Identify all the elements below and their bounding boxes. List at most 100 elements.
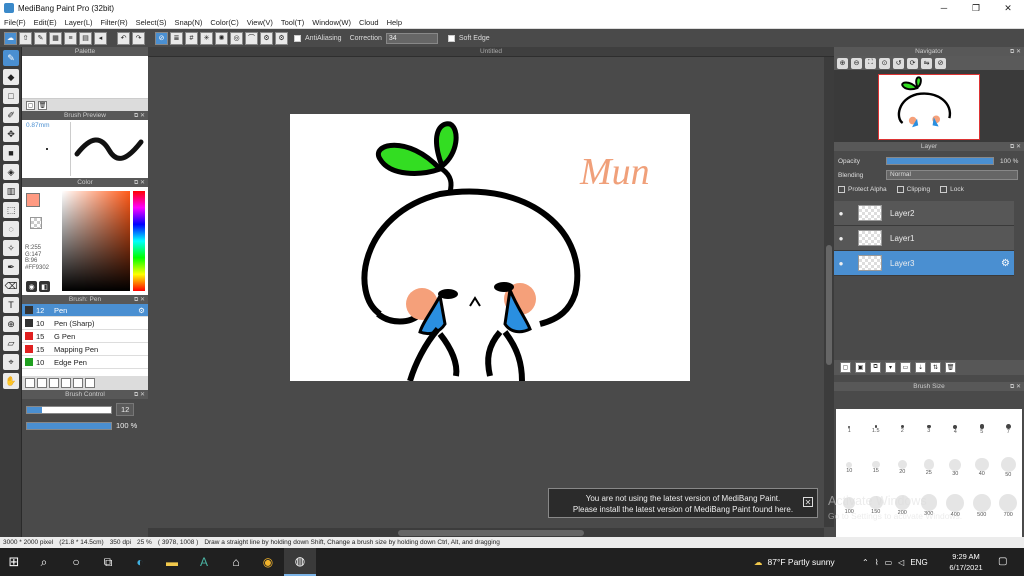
reset-rotation-icon[interactable]: ⊘ xyxy=(935,57,946,69)
task-view-icon[interactable]: ⧉ xyxy=(92,548,124,576)
lock-checkbox[interactable]: Lock xyxy=(940,185,964,193)
brush-settings-icon[interactable]: ⚙ xyxy=(138,306,145,315)
brush-opacity-slider[interactable] xyxy=(26,421,112,430)
brush-size-option[interactable]: 1.5 xyxy=(863,409,890,447)
palette-delete-icon[interactable]: 🗑 xyxy=(38,100,47,110)
drawing-canvas[interactable]: Mun xyxy=(290,114,690,381)
brush-size-option[interactable]: 10 xyxy=(836,447,863,485)
palette-add-icon[interactable]: ▢ xyxy=(26,100,35,110)
curve-snap-icon[interactable]: ⌒ xyxy=(245,31,258,45)
notice-close-button[interactable]: ✕ xyxy=(803,497,813,507)
blending-select[interactable]: Normal xyxy=(886,170,1018,180)
focus-snap-icon[interactable]: ✳ xyxy=(200,31,213,45)
chrome-icon[interactable]: ◉ xyxy=(252,548,284,576)
brush-size-option[interactable]: 3 xyxy=(916,409,943,447)
menu-window[interactable]: Window(W) xyxy=(312,18,351,27)
hand-tool-icon[interactable]: ✋ xyxy=(3,373,19,389)
snap-off-icon[interactable]: ⊘ xyxy=(155,31,168,45)
language-indicator[interactable]: ENG xyxy=(910,558,927,567)
protect-alpha-checkbox[interactable]: Protect Alpha xyxy=(838,185,887,193)
edge-icon[interactable]: ◐ xyxy=(124,548,156,576)
menu-tool[interactable]: Tool(T) xyxy=(281,18,304,27)
menu-snap[interactable]: Snap(N) xyxy=(174,18,202,27)
soft-edge-checkbox[interactable] xyxy=(447,34,455,42)
brush-item[interactable]: 10 Pen (Sharp) xyxy=(22,317,148,330)
layer-item[interactable]: ● Layer2 xyxy=(834,201,1014,226)
brush-new-icon[interactable] xyxy=(37,378,47,388)
secondary-color-swatch[interactable] xyxy=(30,217,42,229)
layer-item[interactable]: ● Layer3 ⚙ xyxy=(834,251,1014,276)
brush-add-icon[interactable] xyxy=(25,378,35,388)
layer-visibility-icon[interactable]: ● xyxy=(834,209,848,218)
layer-visibility-icon[interactable]: ● xyxy=(834,259,848,268)
pen-tool-icon[interactable]: ✐ xyxy=(3,107,19,123)
brush-layout-icon[interactable] xyxy=(85,378,95,388)
list-icon[interactable]: ≡ xyxy=(64,31,77,45)
battery-icon[interactable]: ▭ xyxy=(885,558,893,567)
layer-item[interactable]: ● Layer1 xyxy=(834,226,1014,251)
layer-settings-icon[interactable]: ⚙ xyxy=(1001,258,1010,269)
delete-layer-icon[interactable]: 🗑 xyxy=(945,362,956,373)
menu-edit[interactable]: Edit(E) xyxy=(34,18,57,27)
medibang-taskbar-icon[interactable]: ◍ xyxy=(284,548,316,576)
move-tool-icon[interactable]: ✥ xyxy=(3,126,19,142)
share-icon[interactable]: ⇧ xyxy=(19,31,32,45)
navigator-view[interactable] xyxy=(834,70,1024,142)
panel-tool-icon[interactable]: ▱ xyxy=(3,335,19,351)
clipping-checkbox[interactable]: Clipping xyxy=(896,185,930,193)
weather-widget[interactable]: ☁ 87°F Partly sunny xyxy=(754,548,835,576)
select-pen-icon[interactable]: ✒ xyxy=(3,259,19,275)
file-explorer-icon[interactable]: ▬ xyxy=(156,548,188,576)
circle-snap-icon[interactable]: ◎ xyxy=(230,31,243,45)
vertical-scrollbar[interactable] xyxy=(824,57,834,527)
grid-snap-icon[interactable]: # xyxy=(185,31,198,45)
cortana-icon[interactable]: ○ xyxy=(60,548,92,576)
brush-size-option[interactable]: 15 xyxy=(863,447,890,485)
brush-size-option[interactable]: 40 xyxy=(969,447,996,485)
maximize-button[interactable]: ❐ xyxy=(960,0,992,16)
search-icon[interactable]: ⌕ xyxy=(28,548,60,576)
brush-item[interactable]: 10 Edge Pen xyxy=(22,356,148,369)
collapse-icon[interactable]: ◂ xyxy=(94,31,107,45)
bucket-tool-icon[interactable]: ◈ xyxy=(3,164,19,180)
magic-wand-icon[interactable]: ✧ xyxy=(3,240,19,256)
eyedropper-icon[interactable]: ⌖ xyxy=(3,354,19,370)
gradient-tool-icon[interactable]: ▥ xyxy=(3,183,19,199)
brush-menu-icon[interactable] xyxy=(49,378,59,388)
color-settings-icon[interactable]: ◧ xyxy=(39,281,50,292)
menu-file[interactable]: File(F) xyxy=(4,18,26,27)
menu-select[interactable]: Select(S) xyxy=(136,18,167,27)
windows-start-icon[interactable]: ⊞ xyxy=(0,548,28,576)
brush-size-slider[interactable] xyxy=(26,405,112,414)
store-icon[interactable]: ⌂ xyxy=(220,548,252,576)
layer-menu-icon[interactable]: ▾ xyxy=(885,362,896,373)
network-icon[interactable]: ⌇ xyxy=(875,558,879,567)
flip-icon[interactable]: ⇋ xyxy=(921,57,932,69)
fit-icon[interactable]: ⛶ xyxy=(865,57,876,69)
text-tool-icon[interactable]: T xyxy=(3,297,19,313)
brush-size-option[interactable]: 50 xyxy=(995,447,1022,485)
app-a-icon[interactable]: A xyxy=(188,548,220,576)
canvas-tab[interactable]: Untitled xyxy=(148,47,834,57)
layer-visibility-icon[interactable]: ● xyxy=(834,234,848,243)
parallel-snap-icon[interactable]: ≣ xyxy=(170,31,183,45)
volume-icon[interactable]: ◁ xyxy=(898,558,904,567)
brush-size-option[interactable]: 500 xyxy=(969,485,996,523)
layer-folder-icon[interactable]: ▭ xyxy=(900,362,911,373)
grid-icon[interactable]: ▦ xyxy=(49,31,62,45)
horizontal-scrollbar[interactable] xyxy=(148,528,824,537)
primary-color-swatch[interactable] xyxy=(26,193,40,207)
rotate-left-icon[interactable]: ↺ xyxy=(893,57,904,69)
fill-rect-icon[interactable]: ■ xyxy=(3,145,19,161)
color-wheel-icon[interactable]: ◉ xyxy=(26,281,37,292)
hue-slider[interactable] xyxy=(133,191,145,291)
minimize-button[interactable]: ─ xyxy=(928,0,960,16)
menu-cloud[interactable]: Cloud xyxy=(359,18,379,27)
undo-icon[interactable]: ↶ xyxy=(117,31,130,45)
eraser-tool-icon[interactable]: ◆ xyxy=(3,69,19,85)
brush-item[interactable]: 15 Mapping Pen xyxy=(22,343,148,356)
brush-size-option[interactable]: 700 xyxy=(995,485,1022,523)
brush-copy-icon[interactable] xyxy=(61,378,71,388)
menu-help[interactable]: Help xyxy=(387,18,402,27)
brush-size-option[interactable]: 25 xyxy=(916,447,943,485)
